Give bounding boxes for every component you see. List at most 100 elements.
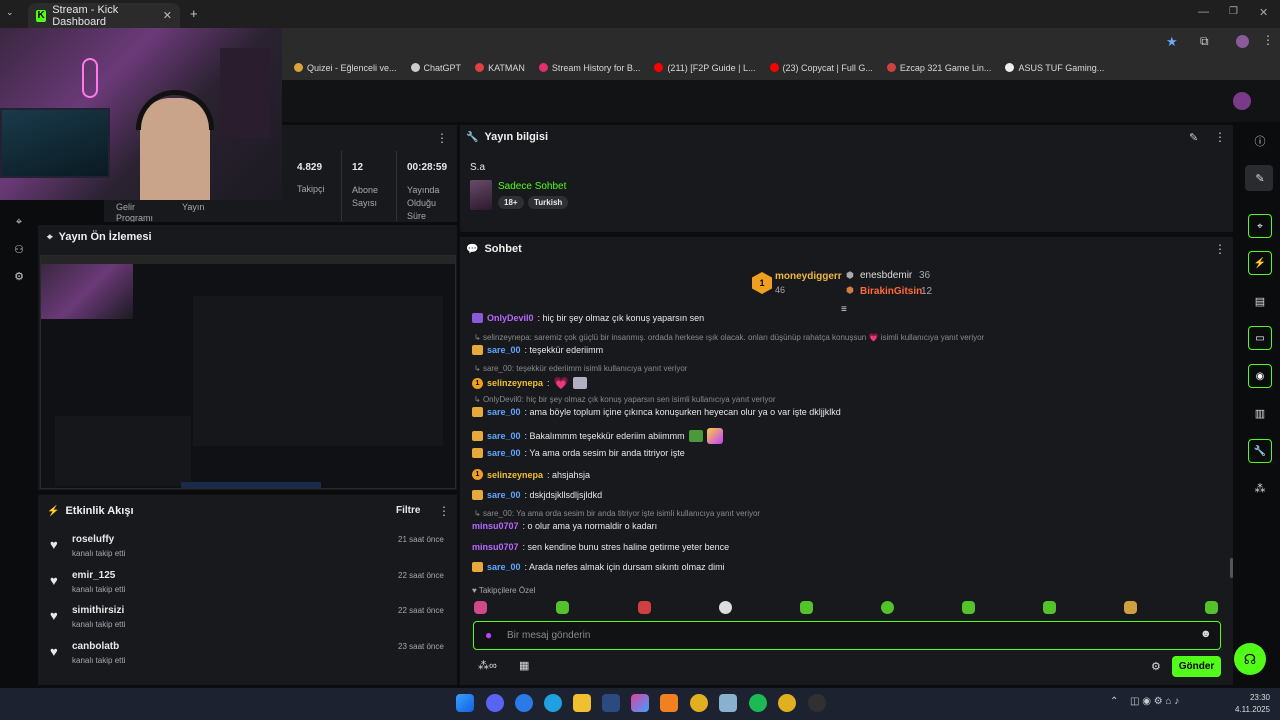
bookmark-item[interactable]: ASUS TUF Gaming... xyxy=(1005,63,1104,73)
minimize-icon[interactable]: — xyxy=(1198,6,1209,18)
mic-icon[interactable]: ● xyxy=(485,628,492,642)
emote-icon[interactable] xyxy=(719,601,732,614)
activity-username[interactable]: canbolatb xyxy=(72,641,119,652)
lightning-rail-icon[interactable]: ⚡ xyxy=(1248,251,1272,275)
windows-start-icon[interactable] xyxy=(456,694,474,712)
third-gifter-name[interactable]: BirakinGitsin xyxy=(860,286,922,297)
close-window-icon[interactable]: ✕ xyxy=(1259,6,1268,19)
chat-username[interactable]: OnlyDevil0 xyxy=(487,313,534,323)
emote-icon[interactable] xyxy=(1205,601,1218,614)
send-button[interactable]: Gönder xyxy=(1172,656,1221,677)
obs-icon[interactable] xyxy=(808,694,826,712)
chat-username[interactable]: sare_00 xyxy=(487,562,521,572)
neon-light xyxy=(82,58,98,98)
chat-scrollbar[interactable] xyxy=(1230,558,1233,578)
chat-input[interactable]: ● Bir mesaj gönderin ☻ xyxy=(473,621,1221,650)
emote-icon[interactable] xyxy=(1043,601,1056,614)
second-gifter-name[interactable]: enesbdemir xyxy=(860,270,912,281)
emote-icon[interactable] xyxy=(800,601,813,614)
file-explorer-icon[interactable] xyxy=(573,694,591,712)
stream-info-header: 🔧 Yayın bilgisi xyxy=(466,131,548,143)
preview-rail-icon[interactable]: ⌖ xyxy=(1248,214,1272,238)
activity-username[interactable]: roseluffy xyxy=(72,534,114,545)
chat-settings-icon[interactable]: ⚙ xyxy=(1151,660,1161,673)
profile-avatar[interactable] xyxy=(1236,35,1249,48)
tab-search-icon[interactable]: ⌄ xyxy=(6,7,20,21)
tray-icons[interactable]: ◫ ◉ ⚙ ⌂ ♪ xyxy=(1130,696,1179,707)
discord-icon[interactable] xyxy=(486,694,504,712)
bookmark-item[interactable]: KATMAN xyxy=(475,63,525,73)
app-icon[interactable] xyxy=(719,694,737,712)
extensions-icon[interactable]: ⧉ xyxy=(1200,34,1209,49)
chat-username[interactable]: sare_00 xyxy=(487,345,521,355)
emote-icon[interactable] xyxy=(638,601,651,614)
chrome-icon[interactable] xyxy=(690,694,708,712)
activity-menu-icon[interactable]: ⋮ xyxy=(438,504,450,518)
filter-button[interactable]: Filtre xyxy=(396,505,420,516)
chat-menu-icon[interactable]: ⋮ xyxy=(1214,242,1226,256)
category-thumbnail[interactable] xyxy=(470,180,492,210)
emote-icon[interactable] xyxy=(556,601,569,614)
chat-username[interactable]: sare_00 xyxy=(487,490,521,500)
document-icon[interactable]: ▤ xyxy=(1252,293,1268,309)
edit-icon[interactable]: ✎ xyxy=(1189,131,1198,144)
chrome-icon[interactable] xyxy=(778,694,796,712)
bookmark-item[interactable]: (211) [F2P Guide | L... xyxy=(654,63,756,73)
new-tab-button[interactable]: + xyxy=(190,6,198,21)
pencil-icon[interactable]: ✎ xyxy=(1252,170,1268,186)
activity-username[interactable]: emir_125 xyxy=(72,570,115,581)
chat-username[interactable]: sare_00 xyxy=(487,407,521,417)
edge-icon[interactable] xyxy=(544,694,562,712)
chat-username[interactable]: selinzeynepa xyxy=(487,470,543,480)
stream-preview-video[interactable] xyxy=(40,255,456,489)
settings-icon[interactable]: ⚙ xyxy=(11,268,27,284)
support-icon[interactable]: ☊ xyxy=(1234,643,1266,675)
chat-rail-icon[interactable]: ▭ xyxy=(1248,326,1272,350)
wrench-rail-icon[interactable]: 🔧 xyxy=(1248,439,1272,463)
vlc-icon[interactable] xyxy=(660,694,678,712)
share-icon[interactable]: ⁂ xyxy=(1252,480,1268,496)
tray-chevron-icon[interactable]: ⌃ xyxy=(1110,696,1118,707)
bookmark-star-icon[interactable]: ★ xyxy=(1166,34,1178,50)
users-icon[interactable]: ⚇ xyxy=(11,241,27,257)
spotify-icon[interactable] xyxy=(749,694,767,712)
chat-username[interactable]: selinzeynepa xyxy=(487,378,543,388)
pinned-collapse-icon[interactable]: ≡ xyxy=(841,304,847,315)
menu-icon[interactable]: ⋮ xyxy=(1262,33,1274,47)
user-avatar[interactable] xyxy=(1233,92,1251,110)
bookmark-item[interactable]: Ezcap 321 Game Lin... xyxy=(886,63,991,73)
chat-username[interactable]: sare_00 xyxy=(487,431,521,441)
tab-stream[interactable]: Yayın xyxy=(182,202,204,212)
emote-icon[interactable] xyxy=(962,601,975,614)
activity-username[interactable]: simithirsizi xyxy=(72,605,124,616)
close-tab-icon[interactable]: ✕ xyxy=(163,9,172,22)
copilot-icon[interactable] xyxy=(631,694,649,712)
stats-menu-icon[interactable]: ⋮ xyxy=(436,131,448,145)
browser-tab[interactable]: K Stream - Kick Dashboard ✕ xyxy=(28,3,180,28)
emote-icon[interactable] xyxy=(881,601,894,614)
store-icon[interactable]: ▦ xyxy=(519,659,529,672)
chat-username[interactable]: minsu0707 xyxy=(472,521,519,531)
preview-icon[interactable]: ⌖ xyxy=(11,214,27,230)
info-icon[interactable]: ⓘ xyxy=(1252,133,1268,149)
top-gifter-name[interactable]: moneydiggerr xyxy=(775,271,842,282)
tab-income[interactable]: Gelir Programı xyxy=(116,202,166,222)
app-icon[interactable] xyxy=(515,694,533,712)
bookmark-item[interactable]: ChatGPT xyxy=(410,63,461,73)
chat-username[interactable]: sare_00 xyxy=(487,448,521,458)
bookmark-item[interactable]: Stream History for B... xyxy=(538,63,640,73)
chat-username[interactable]: minsu0707 xyxy=(472,542,519,552)
bookmark-item[interactable]: Quizei - Eğlenceli ve... xyxy=(294,63,397,73)
emote-icon[interactable] xyxy=(1124,601,1137,614)
stream-info-menu-icon[interactable]: ⋮ xyxy=(1214,130,1226,144)
kick-points-icon[interactable]: ⁂∞ xyxy=(478,659,497,672)
emote-icon[interactable] xyxy=(474,601,487,614)
category-name[interactable]: Sadece Sohbet xyxy=(498,181,566,192)
stack-icon[interactable]: ▥ xyxy=(1252,405,1268,421)
restore-icon[interactable]: ❐ xyxy=(1229,6,1238,17)
store-icon[interactable] xyxy=(602,694,620,712)
activity-item: ♥ emir_125 kanalı takip etti 22 saat önc… xyxy=(50,570,450,604)
emoji-icon[interactable]: ☻ xyxy=(1200,628,1212,640)
bookmark-item[interactable]: (23) Copycat | Full G... xyxy=(769,63,873,73)
broadcast-icon[interactable]: ◉ xyxy=(1248,364,1272,388)
